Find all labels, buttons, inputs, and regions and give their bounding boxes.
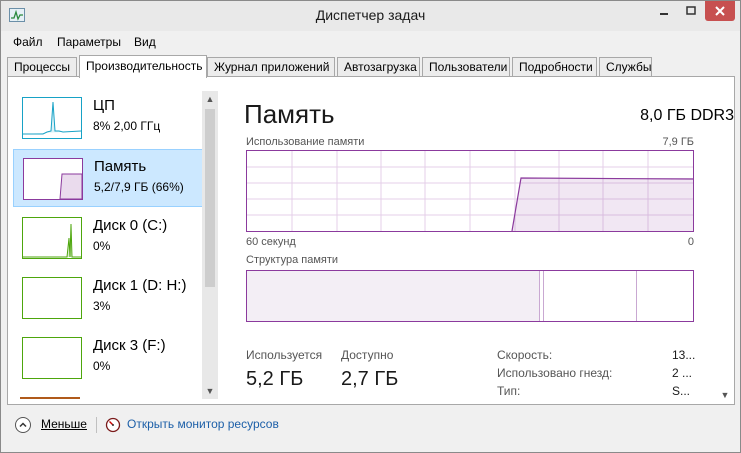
scroll-down-icon[interactable]: ▼: [202, 383, 218, 399]
sidebar-item-value: 0%: [93, 359, 111, 373]
disk-1-thumbnail-graph: [22, 277, 82, 319]
fewer-details-link[interactable]: Меньше: [41, 417, 87, 431]
menu-bar: Файл Параметры Вид: [1, 32, 740, 52]
sidebar-item-label: Память: [94, 158, 147, 175]
minimize-button[interactable]: [651, 1, 677, 21]
sidebar-item-memory[interactable]: Память 5,2/7,9 ГБ (66%): [13, 149, 217, 207]
used-value: 5,2 ГБ: [246, 368, 304, 390]
sidebar-item-label: Диск 0 (C:): [93, 217, 168, 234]
slots-used-value: 2 ...: [672, 366, 693, 380]
sidebar-item-disk-0[interactable]: Диск 0 (C:) 0%: [13, 209, 217, 267]
tab-performance[interactable]: Производительность: [79, 55, 207, 78]
task-manager-window: Диспетчер задач Файл Параметры Вид Проце…: [0, 0, 741, 453]
maximize-button[interactable]: [678, 1, 704, 21]
type-label: Тип:: [497, 384, 521, 398]
window-title: Диспетчер задач: [315, 7, 426, 23]
sidebar-item-cpu[interactable]: ЦП 8% 2,00 ГГц: [13, 89, 217, 147]
tab-startup[interactable]: Автозагрузка: [337, 57, 420, 77]
chart-axis-right: 0: [687, 236, 694, 248]
resource-monitor-icon: [105, 417, 121, 433]
footer-divider: [96, 417, 97, 433]
sidebar-item-disk-1[interactable]: Диск 1 (D: H:) 3%: [13, 269, 217, 327]
tab-app-history[interactable]: Журнал приложений: [207, 57, 335, 77]
usage-chart-max: 7,9 ГБ: [662, 136, 694, 148]
scroll-thumb[interactable]: [205, 109, 215, 287]
sidebar-item-value: 5,2/7,9 ГБ (66%): [94, 180, 184, 194]
open-resource-monitor-link[interactable]: Открыть монитор ресурсов: [127, 417, 279, 431]
title-bar: Диспетчер задач: [1, 1, 740, 31]
composition-standby-free: [636, 271, 637, 321]
disk-3-thumbnail-graph: [22, 337, 82, 379]
usage-chart-label: Использование памяти: [246, 136, 365, 148]
available-label: Доступно: [341, 348, 394, 362]
sidebar-scrollbar[interactable]: ▲ ▼: [202, 91, 218, 399]
cpu-thumbnail-graph: [22, 97, 82, 139]
resource-list: ЦП 8% 2,00 ГГц Память 5,2/7,9 ГБ (66%) Д…: [11, 89, 217, 399]
sidebar-item-value: 3%: [93, 299, 111, 313]
available-value: 2,7 ГБ: [341, 368, 399, 390]
page-title: Память: [244, 99, 335, 129]
menu-options[interactable]: Параметры: [57, 35, 121, 49]
memory-composition-chart: [246, 270, 694, 322]
chart-axis-left: 60 секунд: [246, 236, 296, 248]
sidebar-item-disk-3[interactable]: Диск 3 (F:) 0%: [13, 329, 217, 387]
menu-file[interactable]: Файл: [13, 35, 43, 49]
tab-services[interactable]: Службы: [599, 57, 652, 77]
memory-thumbnail-graph: [23, 158, 83, 200]
composition-in-use: [247, 271, 540, 321]
memory-spec: 8,0 ГБ DDR3: [640, 107, 734, 124]
used-label: Используется: [246, 348, 323, 362]
tab-strip: Процессы Производительность Журнал прило…: [7, 55, 735, 78]
next-item-thumbnail-edge: [20, 397, 80, 399]
memory-usage-chart: [246, 150, 694, 232]
sidebar-item-label: ЦП: [93, 97, 115, 114]
composition-modified: [541, 271, 544, 321]
menu-view[interactable]: Вид: [134, 35, 156, 49]
sidebar-item-label: Диск 3 (F:): [93, 337, 166, 354]
close-button[interactable]: [705, 1, 735, 21]
memory-detail: Память 8,0 ГБ DDR3 Использование памяти …: [244, 77, 734, 402]
sidebar-item-label: Диск 1 (D: H:): [93, 277, 187, 294]
tab-details[interactable]: Подробности: [512, 57, 597, 77]
type-value: S...: [672, 384, 691, 398]
sidebar-item-value: 8% 2,00 ГГц: [93, 119, 161, 133]
speed-value: 13...: [672, 348, 696, 362]
speed-label: Скорость:: [497, 348, 553, 362]
structure-chart-label: Структура памяти: [246, 254, 339, 266]
performance-panel: ЦП 8% 2,00 ГГц Память 5,2/7,9 ГБ (66%) Д…: [7, 76, 735, 405]
scroll-up-icon[interactable]: ▲: [202, 91, 218, 107]
tab-users[interactable]: Пользователи: [422, 57, 510, 77]
slots-used-label: Использовано гнезд:: [497, 366, 613, 380]
sidebar-item-value: 0%: [93, 239, 111, 253]
footer: Меньше Открыть монитор ресурсов: [1, 407, 740, 453]
chevron-up-icon[interactable]: [15, 417, 31, 433]
main-scroll-down-icon[interactable]: ▼: [717, 387, 733, 403]
disk-0-thumbnail-graph: [22, 217, 82, 259]
tab-processes[interactable]: Процессы: [7, 57, 77, 77]
